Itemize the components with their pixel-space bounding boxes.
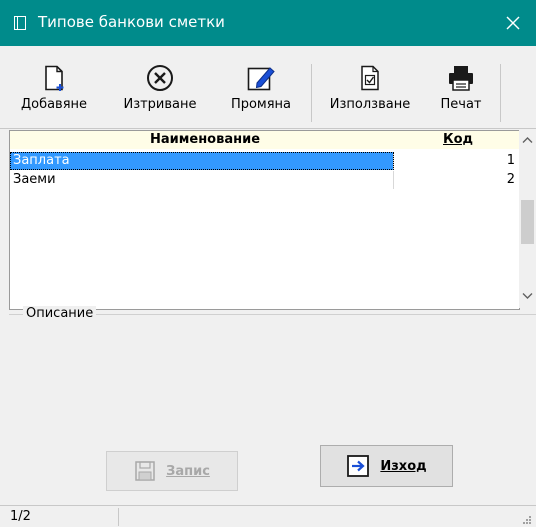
add-label: Добавяне (20, 97, 88, 112)
table-row[interactable]: Заплата 1 (10, 152, 519, 170)
use-button[interactable]: Използване (318, 64, 422, 126)
row-name-cell[interactable]: Заеми (10, 171, 394, 189)
dialog-window: Типове банкови сметки Добавяне Изтриване… (0, 0, 536, 527)
print-button[interactable]: Печат (426, 64, 496, 126)
description-group: Описание (9, 306, 536, 425)
description-field[interactable] (9, 325, 536, 425)
toolbar-separator (500, 64, 501, 122)
use-checklist-icon (361, 65, 379, 91)
record-counter: 1/2 (10, 509, 31, 524)
save-button[interactable]: Запис (106, 451, 238, 491)
window-app-icon (14, 16, 26, 30)
table-row[interactable]: Заеми 2 (10, 171, 519, 189)
save-disk-icon (135, 461, 155, 481)
edit-button[interactable]: Промяна (216, 64, 306, 126)
delete-button[interactable]: Изтриване (112, 64, 208, 126)
delete-circle-x-icon (147, 65, 173, 91)
title-bar[interactable]: Типове банкови сметки (0, 0, 536, 46)
add-button[interactable]: Добавяне (4, 64, 104, 126)
delete-label: Изтриване (123, 97, 197, 112)
column-header-code[interactable]: Код (443, 132, 473, 147)
description-label: Описание (23, 306, 97, 321)
toolbar: Добавяне Изтриване Промяна Използване Пе… (0, 56, 536, 129)
scroll-up-icon[interactable] (522, 136, 533, 144)
table-header: Наименование Код (10, 131, 519, 149)
scroll-down-icon[interactable] (522, 292, 533, 300)
accounts-table[interactable]: Наименование Код Заплата 1 Заеми 2 (9, 130, 520, 310)
row-name-cell[interactable]: Заплата (10, 152, 394, 170)
save-label: Запис (166, 463, 210, 479)
resize-grip-icon[interactable] (522, 515, 532, 525)
row-code-cell[interactable]: 1 (395, 152, 515, 170)
print-label: Печат (440, 97, 482, 112)
row-code-cell[interactable]: 2 (395, 171, 515, 189)
close-button[interactable] (490, 0, 536, 46)
window-title: Типове банкови сметки (38, 13, 225, 31)
printer-icon (449, 66, 473, 91)
status-bar: 1/2 (0, 505, 536, 527)
close-icon (506, 16, 520, 30)
scrollbar-thumb[interactable] (521, 200, 534, 244)
vertical-scrollbar[interactable] (519, 130, 536, 308)
exit-arrow-icon (347, 455, 370, 477)
add-document-icon (45, 65, 64, 91)
edit-label: Промяна (230, 97, 292, 112)
toolbar-separator (311, 64, 312, 122)
edit-pencil-icon (247, 67, 275, 91)
status-separator (118, 508, 119, 526)
exit-button[interactable]: Изход (320, 445, 453, 487)
exit-label: Изход (380, 458, 427, 474)
column-header-name[interactable]: Наименование (10, 132, 400, 147)
use-label: Използване (329, 97, 411, 112)
